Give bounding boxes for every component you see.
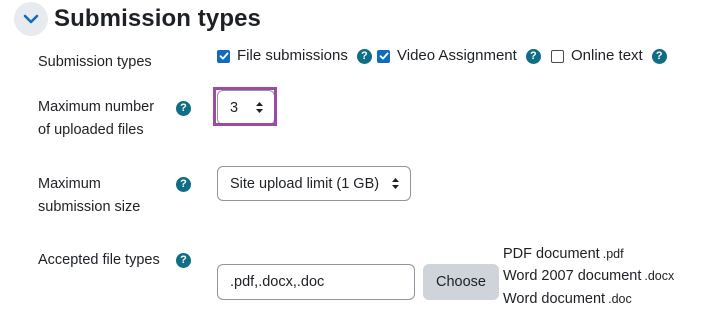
section-title: Submission types xyxy=(54,5,261,32)
accepted-types-input[interactable]: .pdf,.docx,.doc xyxy=(217,264,415,300)
file-type-name: Word document xyxy=(503,291,606,307)
file-type-name: PDF document xyxy=(503,246,600,262)
max-files-label-line2: of uploaded files xyxy=(38,122,144,138)
online-text-checkbox[interactable] xyxy=(551,49,564,63)
online-text-label[interactable]: Online text xyxy=(571,46,643,66)
help-icon[interactable]: ? xyxy=(356,48,372,64)
max-size-label: Maximum submission size xyxy=(38,173,140,219)
file-type-ext: .pdf xyxy=(602,247,624,261)
file-type-ext: .doc xyxy=(608,292,632,306)
chevron-down-icon xyxy=(23,14,39,24)
collapse-toggle[interactable] xyxy=(14,2,48,36)
max-files-label-line1: Maximum number xyxy=(38,99,155,115)
file-type-item: PDF document .pdf xyxy=(503,244,624,264)
file-submissions-option: File submissions ? xyxy=(217,46,372,66)
video-assignment-checkbox[interactable] xyxy=(377,49,390,63)
check-icon xyxy=(219,52,228,60)
max-files-label: Maximum number of uploaded files xyxy=(38,96,154,142)
file-type-item: Word 2007 document .docx xyxy=(503,266,674,286)
file-type-name: Word 2007 document xyxy=(503,268,642,284)
highlight-frame xyxy=(213,87,277,126)
help-icon[interactable]: ? xyxy=(176,253,191,268)
max-size-value: Site upload limit (1 GB) xyxy=(230,175,380,192)
help-icon[interactable]: ? xyxy=(176,101,191,116)
help-icon[interactable]: ? xyxy=(651,48,667,64)
max-size-label-line1: Maximum xyxy=(38,176,101,192)
file-submissions-label[interactable]: File submissions xyxy=(237,46,348,66)
video-assignment-option: Video Assignment ? xyxy=(377,46,541,66)
online-text-option: Online text ? xyxy=(551,46,667,66)
help-icon[interactable]: ? xyxy=(525,48,541,64)
max-size-label-line2: submission size xyxy=(38,199,141,215)
sort-arrows-icon xyxy=(392,178,399,189)
submission-types-label: Submission types xyxy=(38,54,152,70)
help-icon[interactable]: ? xyxy=(176,177,191,192)
choose-button[interactable]: Choose xyxy=(423,264,499,300)
max-size-select[interactable]: Site upload limit (1 GB) xyxy=(217,166,411,201)
accepted-types-label: Accepted file types xyxy=(38,252,160,268)
video-assignment-label[interactable]: Video Assignment xyxy=(397,46,517,66)
section-header: Submission types xyxy=(14,1,261,37)
accepted-types-value: .pdf,.docx,.doc xyxy=(230,274,325,290)
file-submissions-checkbox[interactable] xyxy=(217,49,230,63)
file-type-ext: .docx xyxy=(644,269,675,283)
file-type-item: Word document .doc xyxy=(503,289,632,309)
check-icon xyxy=(379,52,388,60)
